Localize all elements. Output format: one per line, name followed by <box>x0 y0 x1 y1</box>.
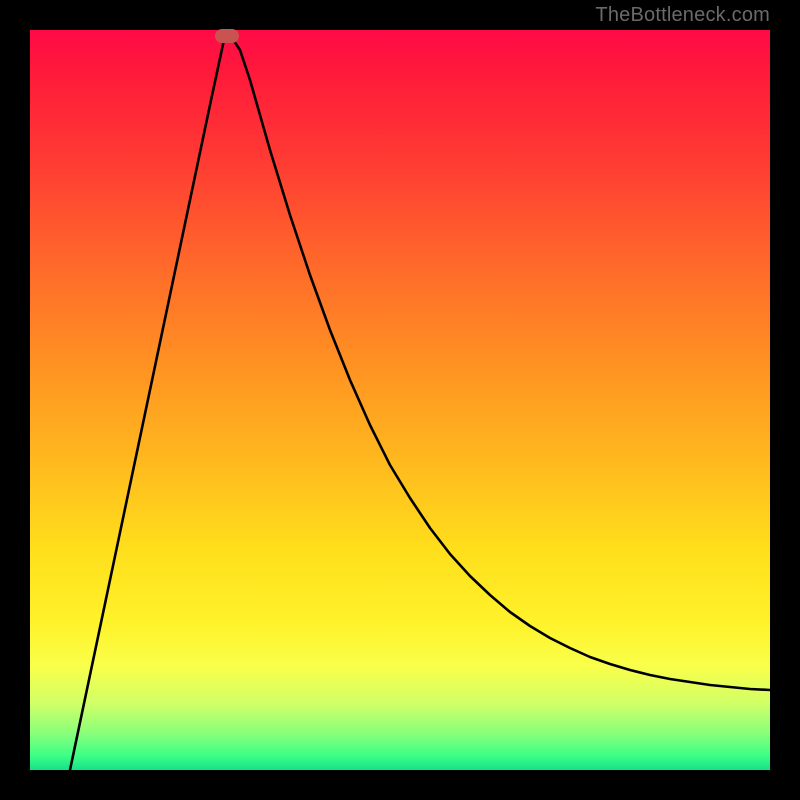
minimum-marker <box>215 29 239 43</box>
watermark-text: TheBottleneck.com <box>595 4 770 27</box>
plot-area <box>30 30 770 770</box>
curve-svg <box>30 30 770 770</box>
bottleneck-curve-path <box>70 35 770 770</box>
chart-frame: TheBottleneck.com <box>0 0 800 800</box>
